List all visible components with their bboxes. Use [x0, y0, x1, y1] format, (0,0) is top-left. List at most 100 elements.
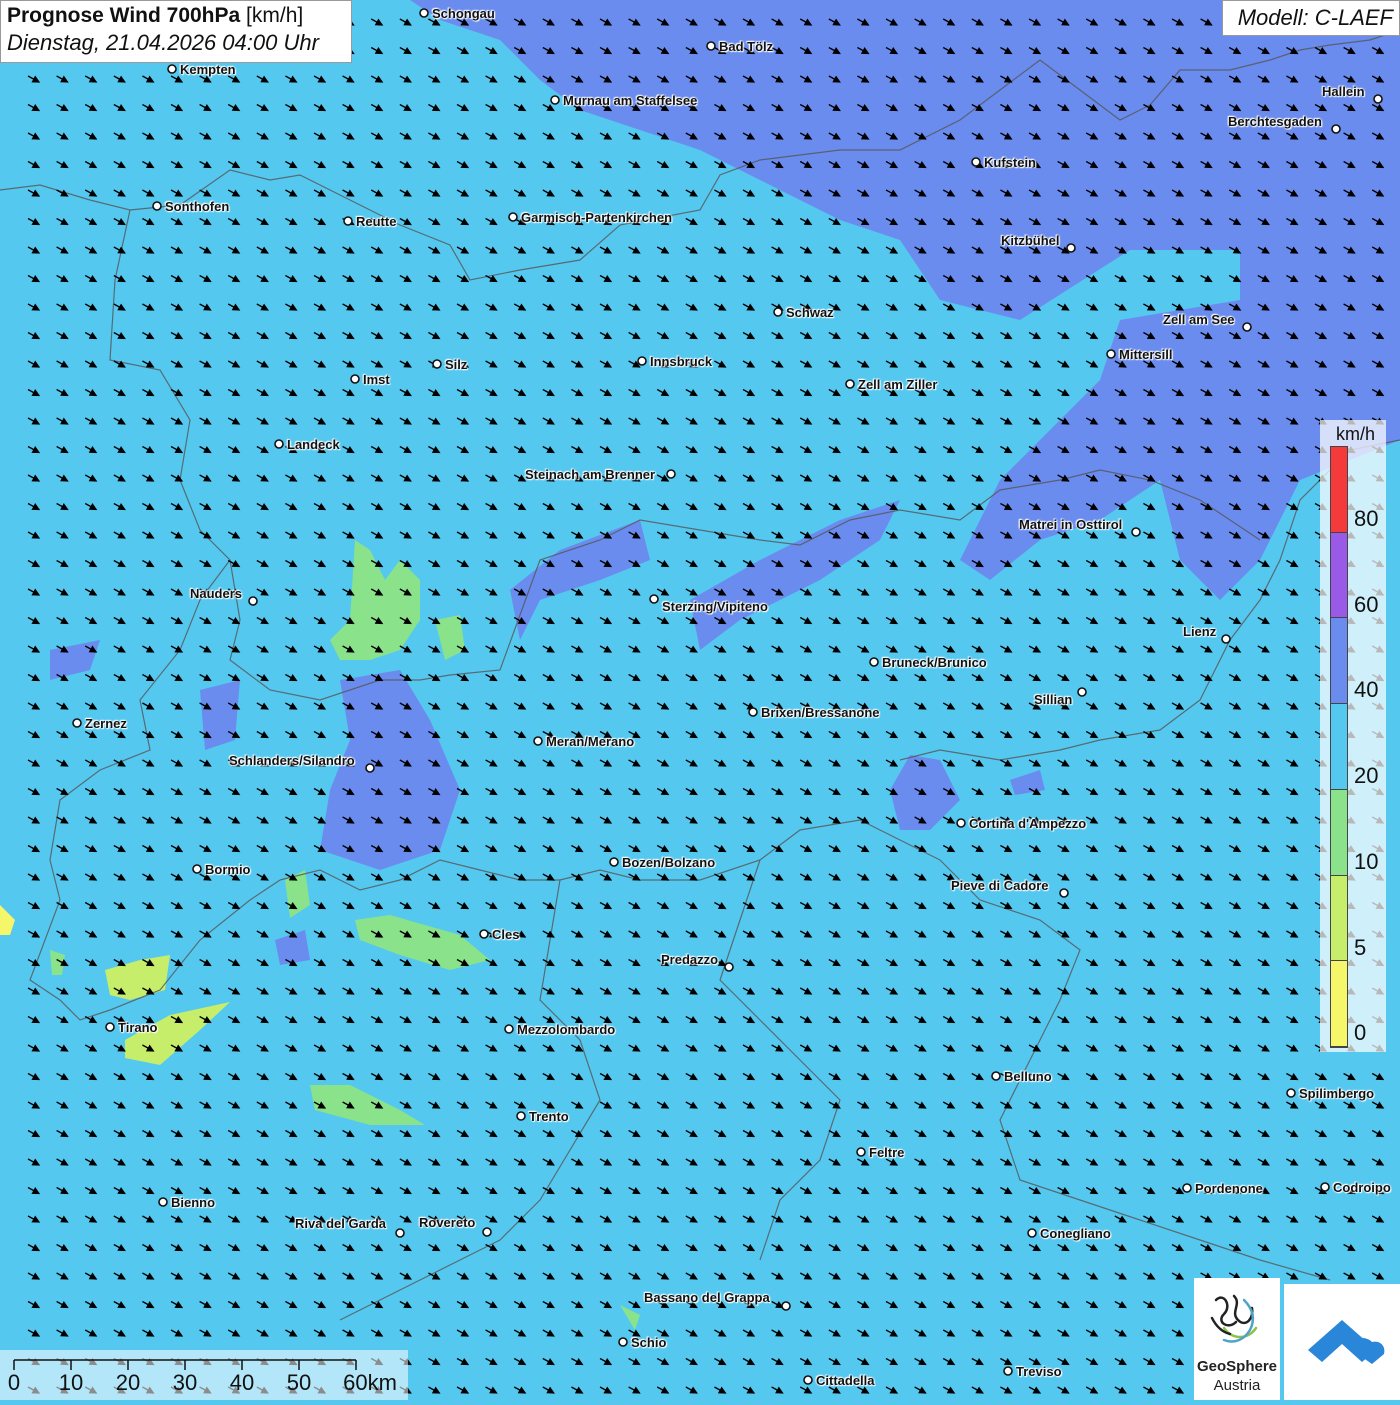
title-box: Prognose Wind 700hPa [km/h] Dienstag, 21…: [0, 0, 352, 63]
city-marker: [350, 374, 360, 384]
scale-label: 30: [172, 1370, 198, 1395]
city-label: Zell am Ziller: [858, 377, 938, 392]
logo-text-austria: Austria: [1213, 1377, 1261, 1394]
city-label: Silz: [445, 357, 468, 372]
model-label: Modell: C-LAEF: [1222, 0, 1400, 36]
city-marker: [803, 1375, 813, 1385]
legend-color-bar: [1330, 446, 1348, 1048]
legend-segment: [1331, 789, 1347, 876]
city-marker: [167, 64, 177, 74]
city-marker: [343, 216, 353, 226]
city-label: Schwaz: [786, 305, 834, 320]
city-label: Cortina d'Ampezzo: [969, 816, 1087, 831]
scale-label: 20: [115, 1370, 141, 1395]
city-marker: [971, 157, 981, 167]
city-marker: [856, 1147, 866, 1157]
city-marker: [1059, 888, 1069, 898]
logo-text-geosphere: GeoSphere: [1196, 1358, 1278, 1375]
city-marker: [1131, 527, 1141, 537]
city-marker: [158, 1197, 168, 1207]
city-label: Kufstein: [984, 155, 1036, 170]
city-label: Matrei in Osttirol: [1019, 517, 1123, 532]
legend-label: 5: [1354, 934, 1367, 960]
city-label: Schongau: [432, 6, 495, 21]
city-label: Predazzo: [661, 952, 719, 967]
city-label: Murnau am Staffelsee: [563, 93, 698, 108]
city-label: Kitzbühel: [1001, 233, 1060, 248]
scale-label: 0: [7, 1370, 21, 1395]
title-line: Prognose Wind 700hPa [km/h]: [7, 4, 345, 28]
legend-label: 80: [1354, 506, 1379, 531]
city-label: Bormio: [205, 862, 251, 877]
scale-label: 60km: [343, 1370, 397, 1395]
city-marker: [482, 1227, 492, 1237]
city-label: Rovereto: [419, 1215, 476, 1230]
city-label: Nauders: [190, 586, 243, 601]
city-label: Codroipo: [1333, 1180, 1391, 1195]
city-label: Trento: [529, 1109, 569, 1124]
legend-label: 60: [1354, 591, 1379, 617]
city-marker: [432, 359, 442, 369]
city-label: Hallein: [1322, 84, 1365, 99]
city-label: Tirano: [118, 1020, 158, 1035]
city-marker: [365, 763, 375, 773]
city-marker: [1331, 124, 1341, 134]
legend-unit: km/h: [1336, 424, 1376, 444]
city-marker: [504, 1024, 514, 1034]
city-marker: [724, 962, 734, 972]
legend-label: 0: [1354, 1020, 1367, 1046]
city-marker: [1027, 1228, 1037, 1238]
city-label: Spilimbergo: [1299, 1086, 1375, 1101]
legend-segment: [1331, 875, 1347, 962]
city-label: Cles: [492, 927, 520, 942]
legend-label: 10: [1354, 848, 1379, 874]
geosphere-emblem-icon: [1210, 1294, 1258, 1343]
scale-label: 10: [58, 1370, 84, 1395]
city-marker: [649, 594, 659, 604]
scale-label: 50: [286, 1370, 312, 1395]
city-label: Mittersill: [1119, 347, 1173, 362]
city-marker: [1003, 1366, 1013, 1376]
city-label: Treviso: [1016, 1364, 1062, 1379]
city-label: Feltre: [869, 1145, 905, 1160]
city-label: Berchtesgaden: [1228, 114, 1322, 129]
legend-label: 40: [1354, 677, 1379, 703]
city-marker: [516, 1111, 526, 1121]
city-label: Sillian: [1034, 692, 1073, 707]
title-unit: [km/h]: [246, 4, 304, 27]
legend-segment: [1331, 704, 1347, 790]
city-label: Bruneck/Brunico: [882, 655, 987, 670]
city-label: Riva del Garda: [295, 1216, 387, 1231]
legend-segment: [1331, 532, 1347, 619]
city-marker: [1182, 1183, 1192, 1193]
city-label: Schio: [631, 1335, 667, 1350]
city-marker: [72, 718, 82, 728]
city-marker: [274, 439, 284, 449]
city-marker: [748, 707, 758, 717]
city-marker: [533, 736, 543, 746]
city-marker: [1320, 1182, 1330, 1192]
city-label: Belluno: [1004, 1069, 1052, 1084]
city-marker: [1077, 687, 1087, 697]
city-label: Brixen/Bressanone: [761, 705, 880, 720]
city-marker: [550, 95, 560, 105]
legend-segment: [1331, 447, 1347, 533]
city-marker: [419, 8, 429, 18]
legend-segment: [1331, 961, 1347, 1047]
city-label: Zernez: [85, 716, 127, 731]
city-label: Steinach am Brenner: [525, 467, 656, 482]
city-label: Schlanders/Silandro: [229, 753, 355, 768]
city-marker: [479, 929, 489, 939]
cloud-app-logo: [1284, 1284, 1400, 1400]
city-marker: [991, 1071, 1001, 1081]
city-label: Sterzing/Vipiteno: [662, 599, 768, 614]
forecast-datetime: Dienstag, 21.04.2026 04:00 Uhr: [7, 30, 319, 55]
city-label: Bienno: [171, 1195, 216, 1210]
city-marker: [1373, 94, 1383, 104]
city-marker: [706, 41, 716, 51]
city-marker: [618, 1337, 628, 1347]
scale-bar: 0 10 20 30 40 50 60km: [0, 1350, 408, 1400]
city-label: Bozen/Bolzano: [622, 855, 716, 870]
city-label: Conegliano: [1040, 1226, 1111, 1241]
city-label: Bassano del Grappa: [644, 1290, 770, 1305]
